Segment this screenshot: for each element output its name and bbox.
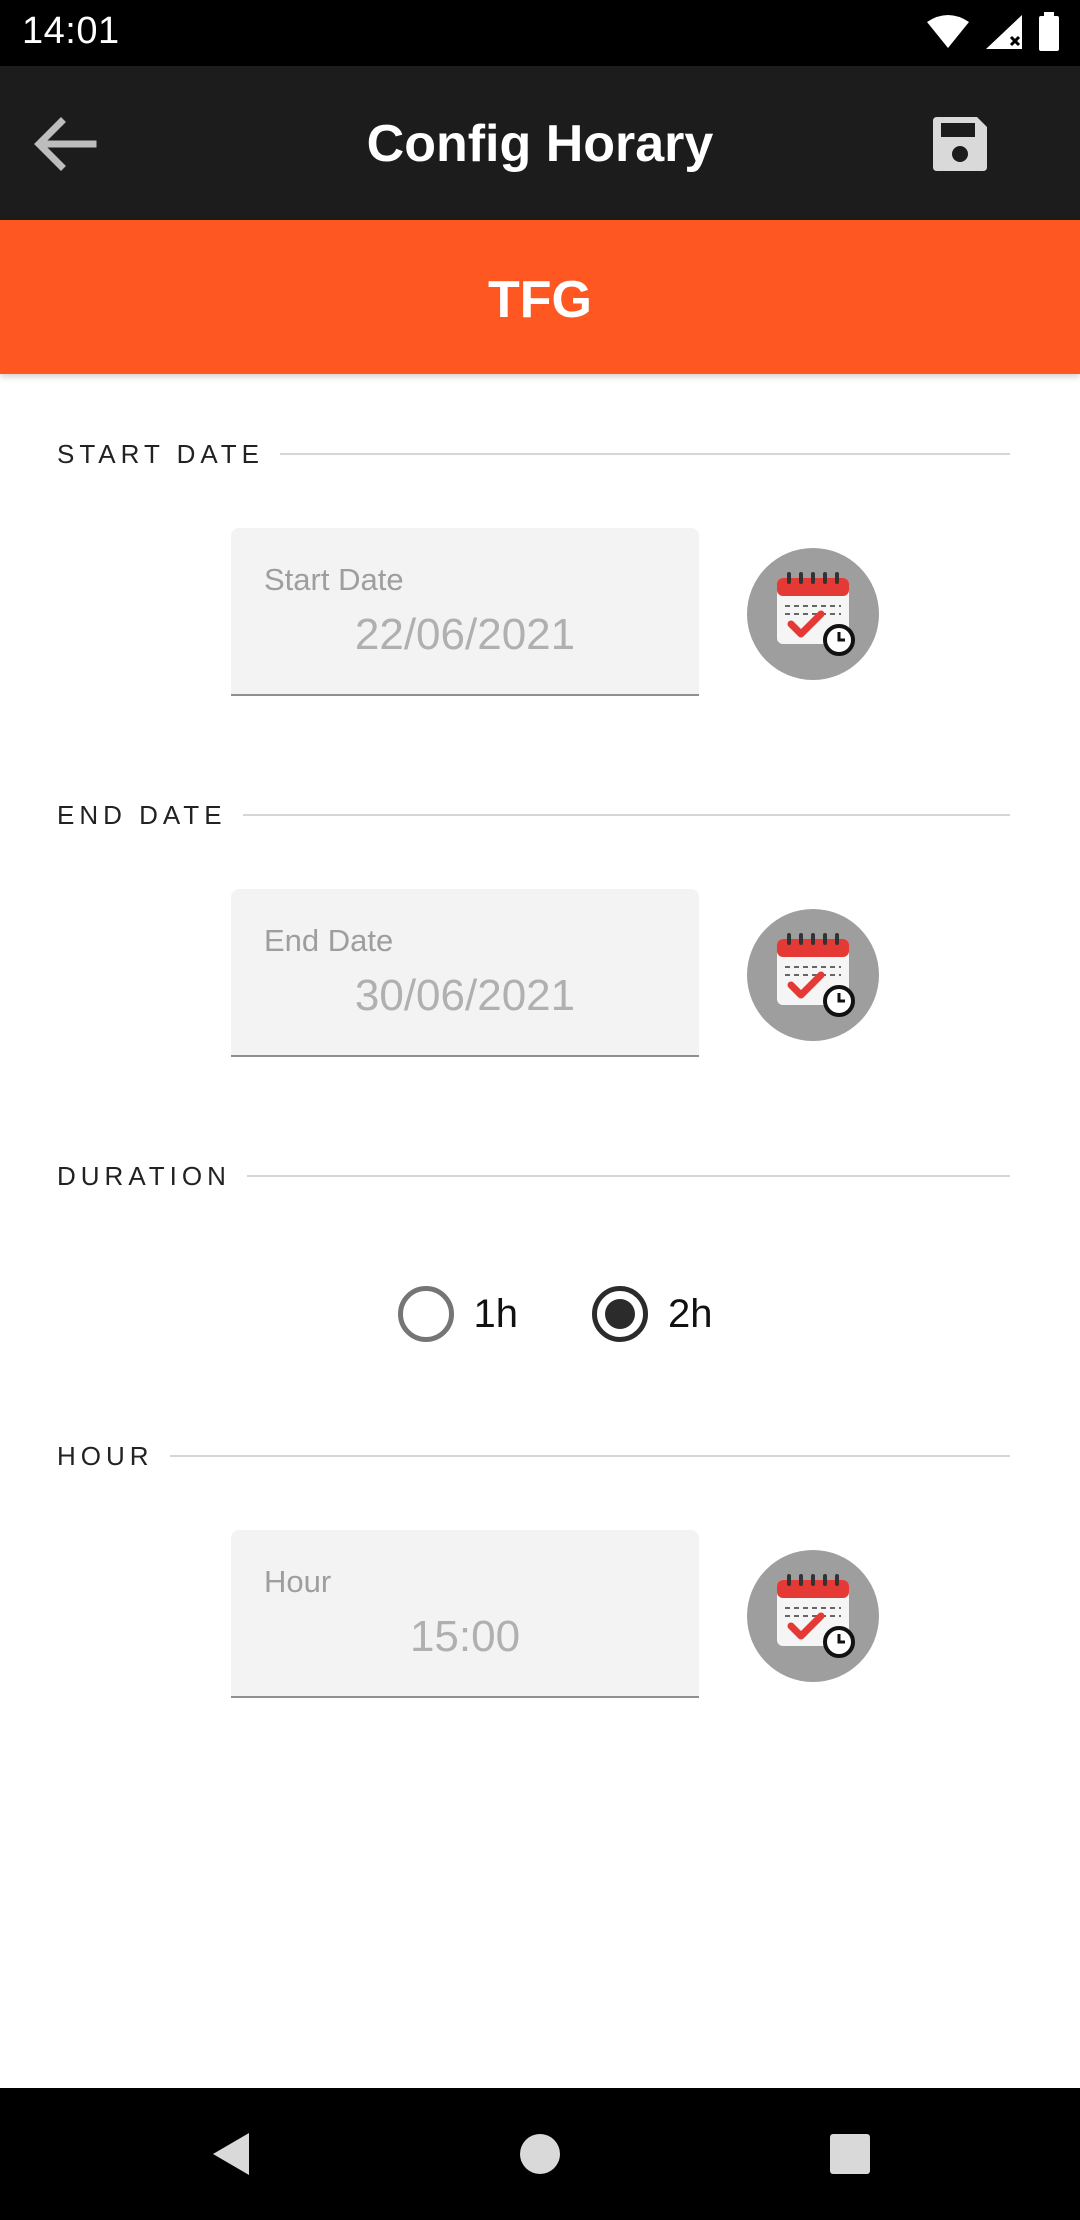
- section-label: END DATE: [57, 799, 227, 830]
- subject-name: TFG: [488, 271, 592, 329]
- section-label: HOUR: [57, 1440, 154, 1471]
- end-date-field[interactable]: End Date 30/06/2021: [231, 889, 699, 1057]
- nav-home-button[interactable]: [504, 2118, 576, 2190]
- status-time: 14:01: [22, 10, 120, 52]
- nav-back-button[interactable]: [194, 2118, 266, 2190]
- section-divider: [169, 1455, 1010, 1457]
- status-icons: [926, 12, 1060, 52]
- start-date-value: 22/06/2021: [354, 610, 576, 659]
- square-recents-icon: [830, 2134, 870, 2174]
- field-label: Start Date: [264, 562, 404, 597]
- floppy-disk-icon: [933, 117, 987, 171]
- subject-banner: TFG: [0, 220, 1080, 374]
- hour-section-header: HOUR: [57, 1436, 1010, 1476]
- status-bar: 14:01: [0, 0, 1080, 66]
- start-date-field[interactable]: Start Date 22/06/2021: [231, 528, 699, 696]
- hour-picker-button[interactable]: [747, 1550, 879, 1682]
- circle-home-icon: [520, 2134, 560, 2174]
- duration-option-1h[interactable]: 1h: [368, 1286, 519, 1342]
- section-divider: [280, 453, 1010, 455]
- navigation-bar: [0, 2088, 1080, 2220]
- section-divider: [242, 814, 1010, 816]
- section-label: DURATION: [57, 1160, 231, 1191]
- cellular-signal-icon: [986, 15, 1022, 49]
- hour-value: 15:00: [409, 1612, 521, 1661]
- start-date-section-header: START DATE: [57, 434, 1010, 474]
- app-bar: Config Horary: [0, 66, 1080, 220]
- nav-recents-button[interactable]: [814, 2118, 886, 2190]
- start-date-picker-button[interactable]: [747, 548, 879, 680]
- battery-icon: [1039, 12, 1059, 51]
- radio-button-unchecked[interactable]: [397, 1286, 454, 1342]
- section-divider: [246, 1175, 1010, 1177]
- page-title: Config Horary: [366, 115, 714, 173]
- field-label: Hour: [264, 1564, 332, 1599]
- calendar-clock-icon: [777, 1574, 855, 1658]
- hour-field[interactable]: Hour 15:00: [231, 1530, 699, 1698]
- duration-option-2h[interactable]: 2h: [562, 1286, 713, 1342]
- radio-button-checked[interactable]: [592, 1286, 648, 1342]
- duration-section-header: DURATION: [57, 1156, 1010, 1196]
- calendar-clock-icon: [777, 572, 855, 656]
- save-button[interactable]: [920, 104, 1000, 184]
- radio-label: 2h: [668, 1291, 713, 1336]
- end-date-picker-button[interactable]: [747, 909, 879, 1041]
- radio-label: 1h: [473, 1291, 519, 1336]
- wifi-icon: [927, 15, 969, 48]
- section-label: START DATE: [57, 438, 264, 469]
- radio-dot: [605, 1299, 635, 1329]
- duration-radio-group: 1h 2h: [0, 1286, 1080, 1342]
- triangle-back-icon: [213, 2133, 249, 2175]
- calendar-clock-icon: [777, 933, 855, 1017]
- field-label: End Date: [264, 923, 394, 958]
- end-date-section-header: END DATE: [57, 795, 1010, 835]
- end-date-value: 30/06/2021: [354, 971, 576, 1020]
